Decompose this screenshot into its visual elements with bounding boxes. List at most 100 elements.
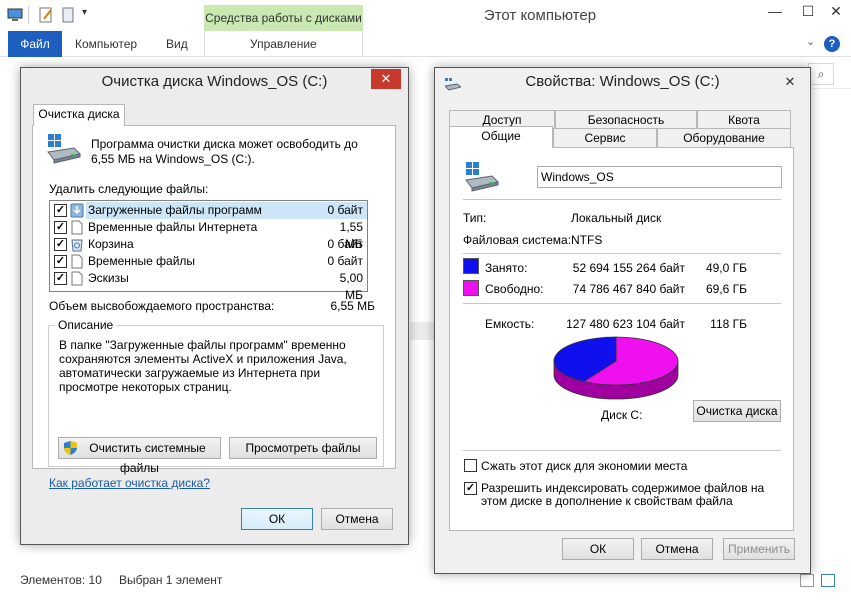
disk-cleanup-dialog: Очистка диска Windows_OS (C:) ✕ Очистка … bbox=[20, 67, 409, 545]
capacity-gb: 118 ГБ bbox=[710, 317, 747, 331]
file-name: Загруженные файлы программ bbox=[86, 202, 324, 219]
properties-close-button[interactable]: ✕ bbox=[775, 72, 805, 92]
status-elements: Элементов: 10 bbox=[20, 573, 102, 587]
type-label: Тип: bbox=[463, 211, 487, 225]
properties-apply-button[interactable]: Применить bbox=[723, 538, 795, 560]
recycle-bin-icon bbox=[71, 239, 83, 252]
computer-icon bbox=[7, 8, 23, 21]
filesystem-label: Файловая система: bbox=[463, 233, 572, 247]
tab-quota[interactable]: Квота bbox=[697, 110, 791, 130]
list-item[interactable]: ✓ Корзина 0 байт bbox=[50, 236, 367, 253]
ribbon-expand-icon[interactable]: ⌄ bbox=[806, 35, 815, 48]
manage-tab-frame bbox=[204, 31, 363, 57]
properties-ok-button[interactable]: ОК bbox=[562, 538, 634, 560]
file-icon bbox=[71, 271, 83, 286]
list-item[interactable]: ✓ Временные файлы 0 байт bbox=[50, 253, 367, 270]
list-item[interactable]: ✓ Эскизы 5,00 МБ bbox=[50, 270, 367, 302]
disk-cleanup-button[interactable]: Очистка диска bbox=[693, 400, 781, 422]
file-size: 0 байт bbox=[324, 202, 367, 219]
help-icon[interactable]: ? bbox=[824, 36, 840, 52]
divider bbox=[463, 450, 781, 451]
disk-label: Диск C: bbox=[601, 408, 643, 422]
description-label: Описание bbox=[55, 318, 117, 332]
clean-system-files-button[interactable]: Очистить системные файлы bbox=[58, 437, 221, 475]
file-size: 5,00 МБ bbox=[339, 271, 363, 302]
explorer-close-button[interactable]: ✕ bbox=[821, 0, 851, 24]
qa-divider bbox=[28, 6, 29, 24]
list-item[interactable]: ✓ Временные файлы Интернета 1,55 МБ bbox=[50, 219, 367, 251]
free-label: Свободно: bbox=[485, 282, 544, 296]
file-icon bbox=[71, 220, 83, 235]
drive-name-input[interactable]: Windows_OS bbox=[537, 166, 782, 188]
file-checkbox[interactable]: ✓ bbox=[54, 255, 67, 268]
free-gb: 69,6 ГБ bbox=[705, 282, 747, 296]
minimize-button[interactable]: — bbox=[760, 0, 790, 24]
file-name: Корзина bbox=[88, 237, 134, 251]
index-checkbox[interactable]: ✓ bbox=[464, 482, 477, 495]
disk-usage-pie-chart bbox=[553, 336, 679, 400]
cleanup-cancel-button[interactable]: Отмена bbox=[321, 508, 393, 530]
tab-computer[interactable]: Компьютер bbox=[75, 31, 137, 57]
properties-title: Свойства: Windows_OS (C:) bbox=[525, 73, 720, 90]
freed-space-value: 6,55 МБ bbox=[330, 299, 375, 313]
tab-file[interactable]: Файл bbox=[8, 31, 62, 57]
file-checkbox[interactable]: ✓ bbox=[54, 272, 67, 285]
list-item[interactable]: ✓ Загруженные файлы программ 0 байт bbox=[50, 202, 367, 219]
freed-space-label: Объем высвобождаемого пространства: bbox=[49, 299, 275, 313]
free-space-swatch bbox=[463, 280, 479, 296]
drive-properties-dialog: Свойства: Windows_OS (C:) ✕ Доступ Безоп… bbox=[434, 67, 811, 574]
cleanup-title: Очистка диска Windows_OS (C:) bbox=[21, 68, 408, 98]
compress-checkbox[interactable] bbox=[464, 459, 477, 472]
drive-icon bbox=[47, 134, 81, 164]
qa-dropdown-icon[interactable]: ▾ bbox=[82, 7, 87, 18]
capacity-label: Емкость: bbox=[485, 317, 535, 331]
files-to-delete-list[interactable]: ✓ Загруженные файлы программ 0 байт ✓ Вр… bbox=[49, 200, 368, 302]
files-list-label: Удалить следующие файлы: bbox=[49, 182, 209, 196]
clean-system-files-label: Очистить системные файлы bbox=[89, 441, 206, 475]
file-icon bbox=[71, 254, 83, 269]
description-text: В папке "Загруженные файлы программ" вре… bbox=[59, 338, 347, 394]
search-icon[interactable]: ⌕ bbox=[808, 63, 834, 85]
context-tab-group: Средства работы с дисками bbox=[204, 5, 363, 31]
file-checkbox[interactable]: ✓ bbox=[54, 238, 67, 251]
properties-cancel-button[interactable]: Отмена bbox=[641, 538, 713, 560]
tab-service[interactable]: Сервис bbox=[553, 128, 657, 148]
divider bbox=[463, 303, 781, 304]
file-checkbox[interactable]: ✓ bbox=[54, 221, 67, 234]
compress-label: Сжать этот диск для экономии места bbox=[481, 459, 688, 473]
used-space-swatch bbox=[463, 258, 479, 274]
cleanup-intro: Программа очистки диска может освободить… bbox=[91, 137, 358, 166]
file-checkbox[interactable]: ✓ bbox=[54, 204, 67, 217]
type-value: Локальный диск bbox=[571, 211, 662, 225]
shield-icon bbox=[64, 441, 77, 455]
properties-icon[interactable] bbox=[38, 7, 54, 23]
used-label: Занято: bbox=[485, 261, 528, 275]
ribbon-tabs: Файл Компьютер Вид Управление bbox=[0, 31, 851, 57]
index-label: Разрешить индексировать содержимое файло… bbox=[481, 481, 765, 508]
explorer-titlebar: ▾ Средства работы с дисками Этот компьют… bbox=[0, 0, 851, 31]
cleanup-ok-button[interactable]: ОК bbox=[241, 508, 313, 530]
download-folder-icon bbox=[70, 203, 84, 218]
status-selected: Выбран 1 элемент bbox=[119, 573, 223, 587]
file-name: Временные файлы Интернета bbox=[88, 220, 258, 234]
view-files-button[interactable]: Просмотреть файлы bbox=[229, 437, 377, 459]
new-folder-icon[interactable] bbox=[60, 7, 76, 23]
tab-disk-cleanup[interactable]: Очистка диска bbox=[33, 104, 125, 126]
tab-general[interactable]: Общие bbox=[449, 126, 553, 148]
file-size: 0 байт bbox=[327, 237, 363, 251]
maximize-button[interactable]: ☐ bbox=[793, 0, 823, 24]
description-group: Описание В папке "Загруженные файлы прог… bbox=[48, 318, 384, 475]
tab-hardware[interactable]: Оборудование bbox=[657, 128, 791, 148]
details-view-icon[interactable] bbox=[800, 574, 814, 587]
divider bbox=[463, 253, 781, 254]
help-link[interactable]: Как работает очистка диска? bbox=[49, 476, 210, 490]
file-size: 1,55 МБ bbox=[339, 220, 363, 251]
cleanup-close-button[interactable]: ✕ bbox=[371, 69, 401, 89]
used-gb: 49,0 ГБ bbox=[705, 261, 747, 275]
tab-view[interactable]: Вид bbox=[166, 31, 188, 57]
free-bytes: 74 786 467 840 байт bbox=[572, 282, 685, 296]
tiles-view-icon[interactable] bbox=[821, 574, 835, 587]
filesystem-value: NTFS bbox=[571, 233, 603, 247]
tab-security[interactable]: Безопасность bbox=[555, 110, 697, 130]
explorer-title: Этот компьютер bbox=[483, 7, 597, 24]
